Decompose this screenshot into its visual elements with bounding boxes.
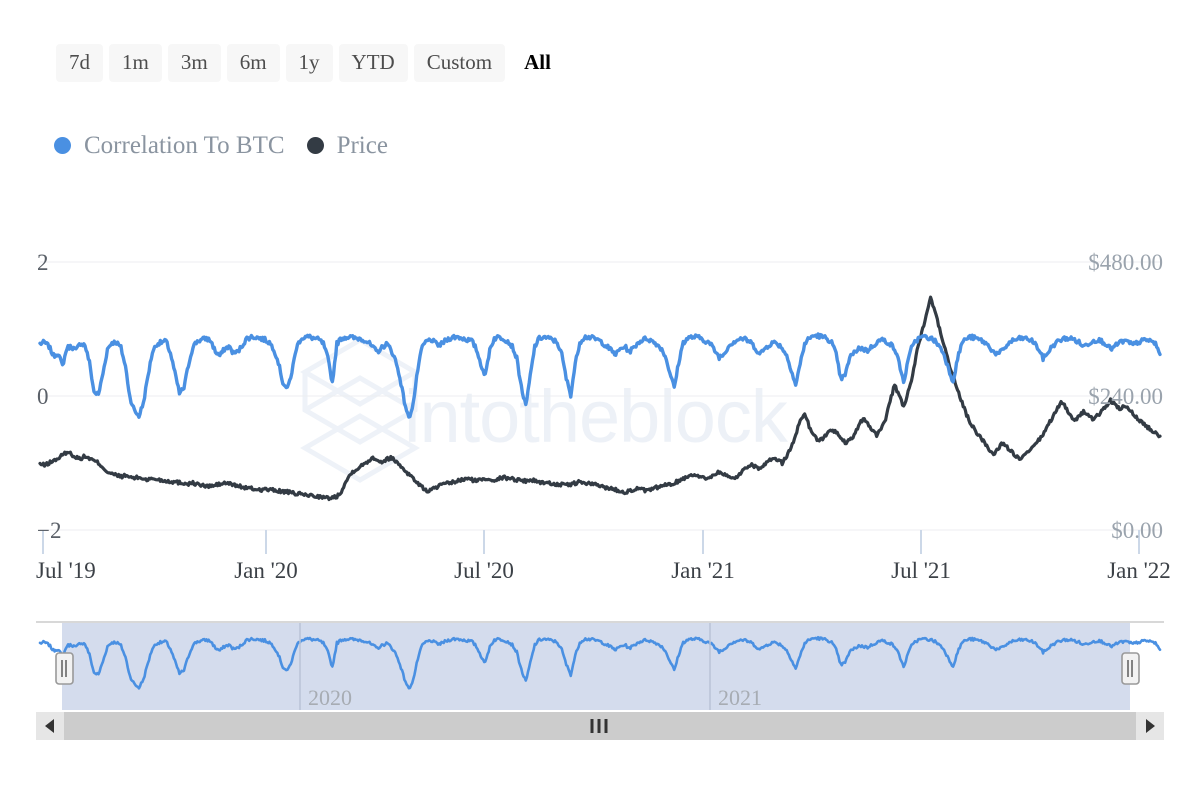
left-axis-tick-0: 2 bbox=[37, 250, 49, 275]
right-axis-tick-0: $480.00 bbox=[1088, 250, 1163, 275]
left-axis-tick-1: 0 bbox=[37, 384, 49, 409]
x-axis-tick-2: Jul '20 bbox=[454, 558, 514, 583]
scroll-right-arrow-icon[interactable] bbox=[1136, 712, 1164, 740]
navigator-left-handle-icon[interactable] bbox=[56, 653, 73, 684]
scroll-left-arrow-icon[interactable] bbox=[36, 712, 64, 740]
navigator-year-label-2021: 2021 bbox=[718, 685, 762, 710]
left-axis-tick-2: −2 bbox=[37, 518, 61, 543]
right-axis-labels: $480.00 $240.00 $0.00 bbox=[1088, 250, 1163, 543]
watermark-label: intotheblock bbox=[404, 375, 789, 458]
right-axis-tick-1: $240.00 bbox=[1088, 384, 1163, 409]
navigator-selected-region[interactable] bbox=[62, 623, 1130, 710]
x-axis-tick-0: Jul '19 bbox=[36, 558, 96, 583]
chart-navigator[interactable]: 2020 2021 bbox=[36, 622, 1164, 710]
x-axis-ticks bbox=[43, 530, 1139, 554]
x-axis-tick-4: Jul '21 bbox=[891, 558, 951, 583]
chart-gridlines bbox=[40, 262, 1160, 530]
navigator-right-handle-icon[interactable] bbox=[1122, 653, 1139, 684]
x-axis-labels: Jul '19 Jan '20 Jul '20 Jan '21 Jul '21 … bbox=[36, 558, 1171, 583]
chart-page: 7d1m3m6m1yYTDCustomAll Correlation To BT… bbox=[0, 0, 1200, 800]
chart-canvas: intotheblock 2 0 −2 bbox=[0, 0, 1200, 800]
intotheblock-hexagon-logo-icon bbox=[305, 340, 415, 480]
navigator-year-label-2020: 2020 bbox=[308, 685, 352, 710]
x-axis-tick-1: Jan '20 bbox=[234, 558, 298, 583]
x-axis-tick-3: Jan '21 bbox=[671, 558, 735, 583]
navigator-scrollbar[interactable] bbox=[36, 712, 1164, 740]
right-axis-tick-2: $0.00 bbox=[1111, 518, 1163, 543]
x-axis-tick-5: Jan '22 bbox=[1107, 558, 1171, 583]
